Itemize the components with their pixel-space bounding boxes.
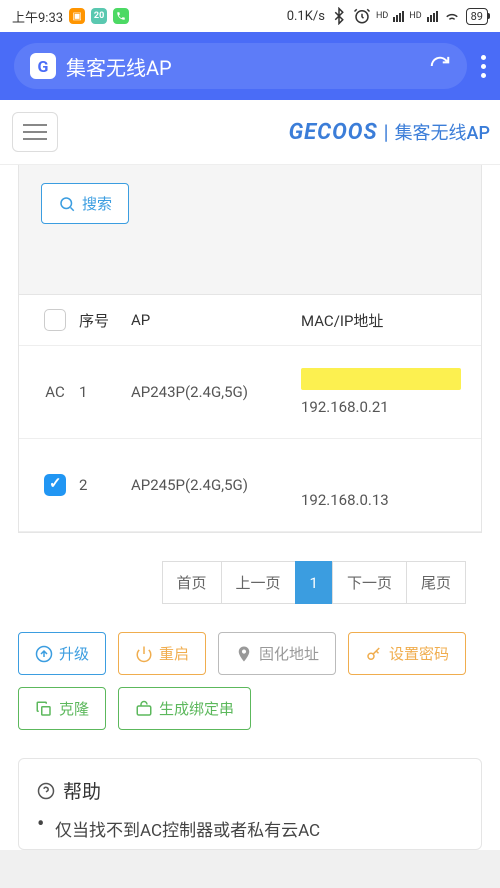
fixaddr-button[interactable]: 固化地址: [218, 632, 336, 675]
url-box[interactable]: G 集客无线AP: [14, 43, 467, 89]
browser-bar: G 集客无线AP: [0, 32, 500, 100]
page-prev[interactable]: 上一页: [221, 561, 296, 604]
browser-menu-icon[interactable]: [481, 55, 486, 78]
signal-icon-2: [427, 11, 438, 22]
status-right: 0.1K/s HD HD 89: [287, 7, 488, 25]
brand-separator: |: [384, 120, 389, 144]
hd-label-1: HD: [376, 11, 388, 21]
select-all-checkbox[interactable]: [44, 309, 66, 331]
status-time: 上午9:33: [12, 7, 63, 26]
pagination: 首页 上一页 1 下一页 尾页: [18, 533, 482, 628]
network-speed: 0.1K/s: [287, 9, 325, 24]
signal-icon-1: [393, 11, 404, 22]
reboot-button[interactable]: 重启: [118, 632, 206, 675]
mac-redacted: [301, 461, 461, 483]
status-left: 上午9:33 ▣ 20: [12, 7, 129, 26]
help-icon: [37, 782, 55, 800]
search-label: 搜索: [82, 193, 112, 214]
row-seq: 2: [79, 476, 131, 494]
row-ip: 192.168.0.13: [301, 491, 469, 509]
table-row[interactable]: 2 AP245P(2.4G,5G) 192.168.0.13: [19, 439, 481, 532]
battery-icon: 89: [466, 8, 488, 25]
copy-icon: [35, 700, 53, 718]
search-button[interactable]: 搜索: [41, 183, 129, 224]
phone-icon: [113, 8, 129, 24]
row-ap: AP245P(2.4G,5G): [131, 476, 301, 494]
row-ip: 192.168.0.21: [301, 398, 469, 416]
header-mac: MAC/IP地址: [301, 310, 469, 331]
pin-icon: [235, 645, 253, 663]
site-favicon: G: [30, 53, 56, 79]
row-tag: AC: [31, 383, 79, 401]
ap-table: 序号 AP MAC/IP地址 AC 1 AP243P(2.4G,5G) 192.…: [18, 295, 482, 533]
mac-redacted: [301, 368, 461, 390]
page-last[interactable]: 尾页: [406, 561, 466, 604]
help-section: 帮助 仅当找不到AC控制器或者私有云AC: [18, 758, 482, 850]
table-row[interactable]: AC 1 AP243P(2.4G,5G) 192.168.0.21: [19, 346, 481, 439]
header-ap: AP: [131, 311, 301, 329]
page-current[interactable]: 1: [295, 561, 333, 604]
url-text: 集客无线AP: [66, 52, 429, 81]
reload-icon[interactable]: [429, 55, 451, 77]
filter-area: 搜索: [18, 165, 482, 295]
help-item: 仅当找不到AC控制器或者私有云AC: [37, 816, 463, 841]
setpwd-button[interactable]: 设置密码: [348, 632, 466, 675]
brand: GECOOS | 集客无线AP: [289, 119, 494, 145]
genbind-button[interactable]: 生成绑定串: [118, 687, 251, 730]
search-icon: [58, 195, 76, 213]
action-buttons: 升级 重启 固化地址 设置密码 克隆 生成绑定串: [0, 628, 500, 758]
wifi-icon: [443, 7, 461, 25]
clone-button[interactable]: 克隆: [18, 687, 106, 730]
page-content: GECOOS | 集客无线AP 搜索 序号 AP MAC/IP地址 AC 1 A…: [0, 100, 500, 850]
table-header: 序号 AP MAC/IP地址: [19, 295, 481, 346]
calendar-icon: 20: [91, 8, 107, 24]
page-first[interactable]: 首页: [162, 561, 222, 604]
bluetooth-icon: [330, 7, 348, 25]
app-icon-1: ▣: [69, 8, 85, 24]
row-checkbox[interactable]: [44, 474, 66, 496]
power-icon: [135, 645, 153, 663]
help-title: 帮助: [37, 777, 463, 804]
row-seq: 1: [79, 383, 131, 401]
page-header: GECOOS | 集客无线AP: [0, 100, 500, 165]
brand-logo: GECOOS: [289, 120, 378, 145]
row-ap: AP243P(2.4G,5G): [131, 383, 301, 401]
link-icon: [135, 700, 153, 718]
brand-text: 集客无线AP: [395, 119, 490, 145]
header-seq: 序号: [79, 310, 131, 331]
hd-label-2: HD: [409, 11, 421, 21]
key-icon: [365, 645, 383, 663]
upgrade-button[interactable]: 升级: [18, 632, 106, 675]
hamburger-menu[interactable]: [12, 112, 58, 152]
page-next[interactable]: 下一页: [332, 561, 407, 604]
upload-icon: [35, 645, 53, 663]
status-bar: 上午9:33 ▣ 20 0.1K/s HD HD 89: [0, 0, 500, 32]
alarm-icon: [353, 7, 371, 25]
